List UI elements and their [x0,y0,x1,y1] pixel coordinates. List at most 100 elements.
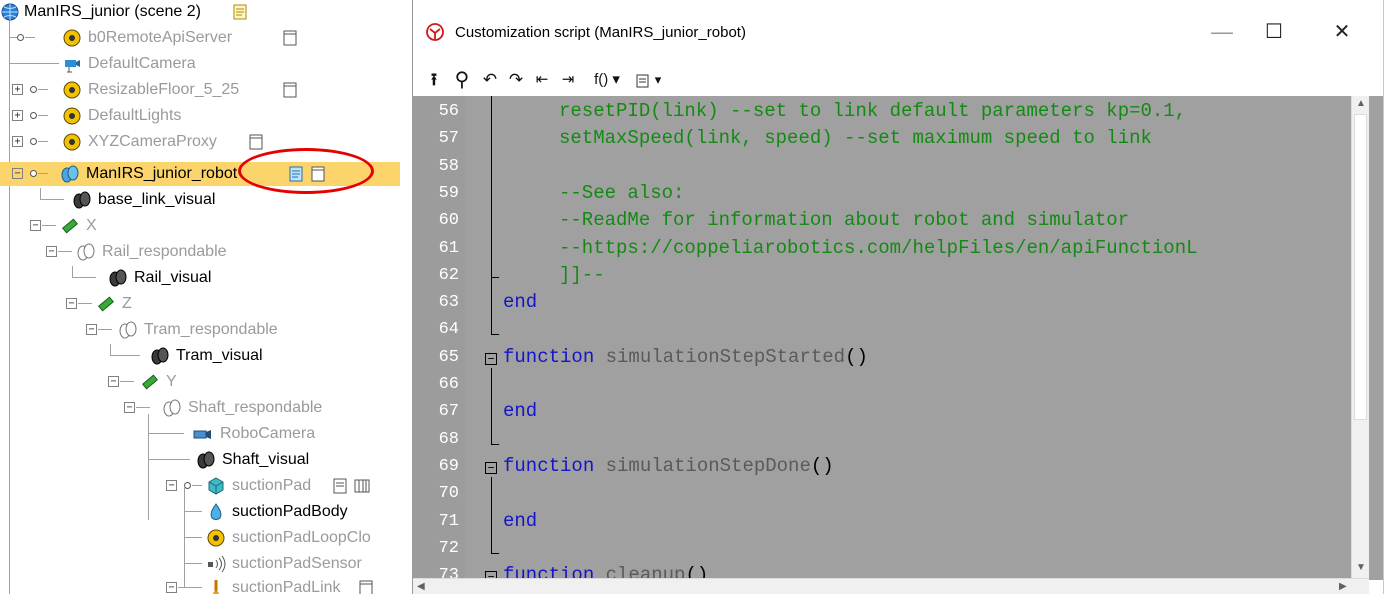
fold-guide [491,476,492,553]
undo-icon[interactable]: ↶ [479,68,501,92]
scene-script-icon[interactable] [232,4,248,20]
link-dot-icon [17,34,24,41]
fold-toggle-icon[interactable]: − [485,461,497,474]
tree-item-shaft-respondable[interactable]: − Shaft_respondable [0,396,400,420]
tree-item-scene-root[interactable]: ManIRS_junior (scene 2) [0,0,400,24]
indent-icon[interactable]: ⇥ [557,68,579,92]
scroll-down-icon[interactable]: ▼ [1356,562,1366,573]
tree-item-y-joint[interactable]: − Y [0,370,400,394]
tree-item-b0remoteapiserver[interactable]: b0RemoteApiServer [0,26,400,50]
tree-item-rail-respondable[interactable]: − Rail_respondable [0,240,400,264]
tree-item-tram-respondable[interactable]: − Tram_respondable [0,318,400,342]
tree-label: Rail_respondable [102,243,227,260]
collapse-icon[interactable]: − [166,480,177,491]
line-number: 70 [438,484,459,504]
fold-toggle-icon[interactable]: − [485,352,497,365]
line-number: 65 [438,347,459,367]
title-bar[interactable]: Customization script (ManIRS_junior_robo… [413,0,1383,64]
code-line: end [503,510,537,532]
cube-icon [208,477,224,495]
collapse-icon[interactable]: − [46,246,57,257]
code-text: --https://coppeliarobotics.com/helpFiles… [559,236,1198,259]
redo-icon[interactable]: ↷ [505,68,527,92]
tree-item-shaft-visual[interactable]: Shaft_visual [0,448,400,472]
maximize-button[interactable]: ☐ [1251,14,1297,50]
tree-item-suctionpadsensor[interactable]: suctionPadSensor [0,552,400,576]
tree-item-defaultcamera[interactable]: DefaultCamera [0,52,400,76]
link-dot-icon [30,86,37,93]
scrollbar-thumb[interactable] [1354,114,1367,420]
tree-item-robocamera[interactable]: RoboCamera [0,414,400,520]
tree-item-defaultlights[interactable]: + DefaultLights [0,104,400,128]
params-icon[interactable] [354,478,370,494]
script-icon[interactable] [282,30,298,46]
scroll-right-icon[interactable]: ▶ [1339,581,1347,592]
tree-item-suctionpad[interactable]: − suctionPad [0,474,400,498]
vertical-scrollbar[interactable]: ▲ ▼ [1351,96,1369,580]
expand-icon[interactable]: + [12,136,23,147]
collapse-icon[interactable]: − [12,168,23,179]
collapse-icon[interactable]: − [86,324,97,335]
collapse-icon[interactable]: − [66,298,77,309]
tree-item-z-joint[interactable]: − Z [0,292,400,316]
shape-icon [163,399,181,417]
expand-icon[interactable]: + [12,84,23,95]
snippets-dropdown[interactable]: ▾ [651,68,665,92]
tree-item-x-joint[interactable]: − X [0,214,400,238]
tree-label: suctionPadLink [232,579,341,594]
line-number: 62 [438,265,459,285]
minimize-button[interactable]: — [1199,14,1245,50]
camera-icon [65,60,80,73]
line-number-gutter: 56 57 58 59 60 61 62 63 64 65 66 67 68 69 70 71 72 73 [413,96,465,580]
globe-icon [1,3,19,21]
tree-item-tram-visual[interactable]: Tram_visual [0,344,400,368]
script-icon[interactable] [358,580,374,594]
tree-label: RoboCamera [220,425,316,442]
tree-item-resizablefloor[interactable]: + ResizableFloor_5_25 [0,78,400,102]
code-line: resetPID(link) --set to link default par… [559,100,1186,122]
link-dot-icon [30,138,37,145]
tree-label: Shaft_visual [222,451,310,468]
tree-item-suctionpadloopclo[interactable]: suctionPadLoopClo [0,526,400,550]
keyword: function [503,454,595,477]
tree-label: DefaultLights [88,107,182,124]
fold-guide-end [491,552,499,554]
tree-item-base-link-visual[interactable]: base_link_visual [0,188,400,212]
tree-label: base_link_visual [98,191,216,208]
line-number: 61 [438,238,459,258]
shape-icon [210,503,222,520]
search-icon[interactable]: ⚲ [451,68,473,92]
shape-icon [73,191,91,209]
tree-item-suctionpadbody[interactable]: suctionPadBody [0,486,400,588]
fold-guide-tick [491,276,499,278]
collapse-icon[interactable]: − [166,582,177,593]
link-dot-icon [184,482,191,489]
code-editor[interactable]: 56 57 58 59 60 61 62 63 64 65 66 67 68 69 70 71 72 73 res… [413,96,1383,580]
dummy-icon [63,29,81,47]
collapse-icon[interactable]: − [124,402,135,413]
joint-icon [98,296,114,312]
scroll-up-icon[interactable]: ▲ [1356,98,1366,109]
joint-icon [62,218,78,234]
functions-dropdown[interactable]: f() ▾ [583,68,631,92]
tree-label: ManIRS_junior (scene 2) [24,3,201,20]
upload-icon[interactable]: ⭱ [423,68,445,92]
line-number: 64 [438,320,459,340]
line-number: 56 [438,102,459,121]
collapse-icon[interactable]: − [108,376,119,387]
horizontal-scrollbar[interactable]: ◀ ▶ [413,578,1369,594]
tree-label: DefaultCamera [88,55,196,72]
snippet-icon[interactable] [635,73,651,89]
tree-label: Y [166,373,177,390]
scroll-left-icon[interactable]: ◀ [417,581,425,592]
script-icon[interactable] [248,134,264,150]
tree-item-suctionpadlink[interactable]: − suctionPadLink [0,576,400,594]
script-icon[interactable] [332,478,348,494]
collapse-icon[interactable]: − [30,220,41,231]
tree-label: X [86,217,97,234]
tree-item-rail-visual[interactable]: Rail_visual [0,266,400,290]
expand-icon[interactable]: + [12,110,23,121]
close-button[interactable]: ✕ [1319,14,1365,50]
unindent-icon[interactable]: ⇤ [531,68,553,92]
script-icon[interactable] [282,82,298,98]
